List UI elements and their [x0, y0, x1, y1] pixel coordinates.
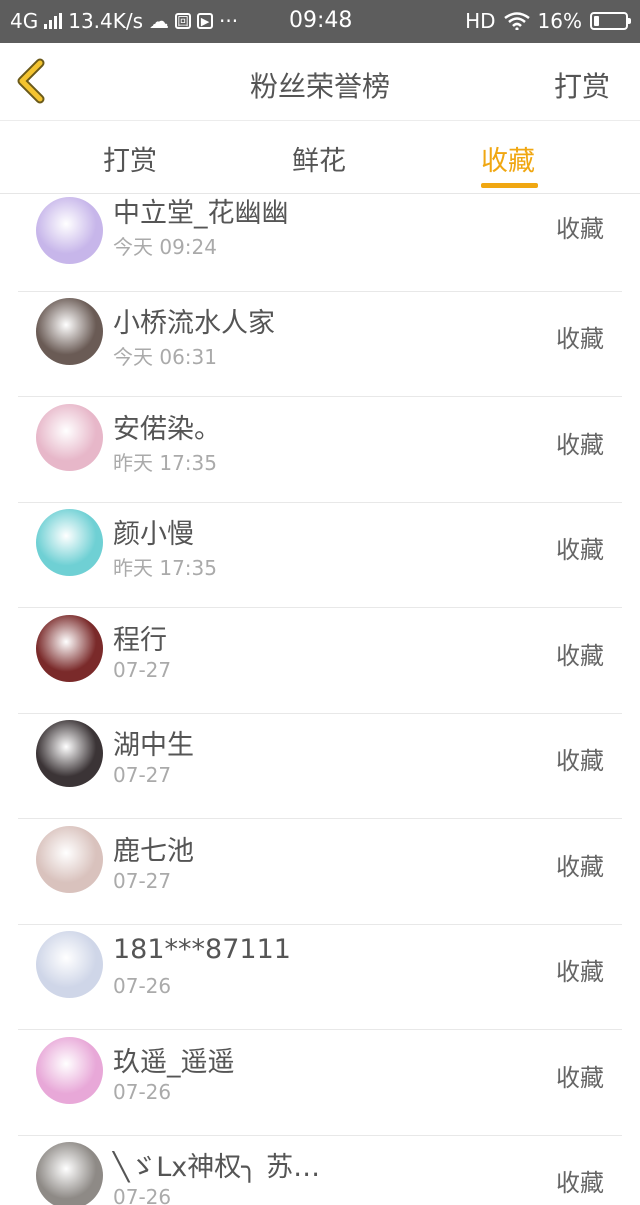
status-left: 4G 13.4K/s ☁ 回 ▶ ··· [10, 9, 238, 33]
list-item[interactable]: 鹿七池 07-27 收藏 [0, 820, 640, 925]
fan-name: ╲ゞLx神权╮ 苏… [113, 1152, 321, 1183]
status-bar: 4G 13.4K/s ☁ 回 ▶ ··· 09:48 HD 16% [0, 0, 640, 43]
fan-time: 07-27 [113, 763, 172, 787]
divider [18, 396, 622, 397]
active-tab-indicator [481, 183, 538, 188]
app-header: 粉丝荣誉榜 打赏 [0, 43, 640, 121]
list-item[interactable]: 中立堂_花幽幽 今天 09:24 收藏 [0, 194, 640, 292]
fan-name: 湖中生 [113, 730, 194, 761]
avatar[interactable] [36, 509, 103, 576]
list-item[interactable]: 颜小慢 昨天 17:35 收藏 [0, 503, 640, 608]
fan-time: 07-26 [113, 1080, 172, 1104]
fan-action: 收藏 [556, 642, 604, 670]
fan-time: 今天 06:31 [113, 345, 217, 369]
avatar[interactable] [36, 720, 103, 787]
fan-action: 收藏 [556, 1169, 604, 1197]
notification-icon: 回 [175, 13, 192, 29]
fan-action: 收藏 [556, 747, 604, 775]
fan-name: 颜小慢 [113, 519, 194, 550]
fan-time: 07-26 [113, 1185, 172, 1205]
tab-bar: 打赏 鲜花 收藏 [0, 121, 640, 194]
fan-name: 中立堂_花幽幽 [113, 198, 289, 229]
clock: 09:48 [289, 8, 353, 33]
fan-action: 收藏 [556, 325, 604, 353]
fan-time: 昨天 17:35 [113, 556, 217, 580]
fan-time: 07-26 [113, 974, 172, 998]
list-item[interactable]: 181***87111 07-26 收藏 [0, 925, 640, 1030]
tab-favorites[interactable]: 收藏 [481, 139, 535, 178]
fan-name: 程行 [113, 625, 167, 656]
hd-indicator: HD [465, 9, 496, 33]
list-item[interactable]: ╲ゞLx神权╮ 苏… 07-26 收藏 [0, 1136, 640, 1205]
avatar[interactable] [36, 404, 103, 471]
fan-action: 收藏 [556, 215, 604, 243]
divider [18, 818, 622, 819]
fan-time: 07-27 [113, 869, 172, 893]
battery-icon [590, 12, 631, 30]
fan-time: 昨天 17:35 [113, 451, 217, 475]
network-type: 4G [10, 9, 39, 33]
avatar[interactable] [36, 197, 103, 264]
avatar[interactable] [36, 826, 103, 893]
avatar[interactable] [36, 298, 103, 365]
fan-action: 收藏 [556, 536, 604, 564]
tab-reward[interactable]: 打赏 [103, 139, 157, 178]
wifi-icon [503, 12, 530, 30]
fan-action: 收藏 [556, 853, 604, 881]
avatar[interactable] [36, 615, 103, 682]
list-item[interactable]: 安偌染。 昨天 17:35 收藏 [0, 398, 640, 503]
divider [18, 1029, 622, 1030]
list-item[interactable]: 湖中生 07-27 收藏 [0, 714, 640, 819]
network-speed: 13.4K/s [68, 9, 144, 33]
play-icon: ▶ [197, 13, 214, 29]
list-item[interactable]: 小桥流水人家 今天 06:31 收藏 [0, 292, 640, 397]
avatar[interactable] [36, 1037, 103, 1104]
fan-action: 收藏 [556, 1064, 604, 1092]
page-title: 粉丝荣誉榜 [249, 70, 390, 103]
fan-name: 鹿七池 [113, 836, 194, 867]
cloud-icon: ☁ [149, 9, 170, 33]
fan-name: 181***87111 [113, 934, 291, 965]
reward-button[interactable]: 打赏 [554, 65, 610, 105]
fan-time: 今天 09:24 [113, 235, 217, 259]
fan-list: 中立堂_花幽幽 今天 09:24 收藏 小桥流水人家 今天 06:31 收藏 安… [0, 194, 640, 1205]
battery-percent: 16% [537, 9, 582, 33]
battery-level [594, 16, 599, 26]
fan-name: 小桥流水人家 [113, 308, 275, 339]
list-item[interactable]: 玖遥_遥遥 07-26 收藏 [0, 1031, 640, 1136]
fan-name: 玖遥_遥遥 [113, 1047, 235, 1078]
fan-time: 07-27 [113, 658, 172, 682]
tab-flowers[interactable]: 鲜花 [292, 139, 346, 178]
more-dots: ··· [219, 9, 239, 33]
avatar[interactable] [36, 1142, 103, 1205]
avatar[interactable] [36, 931, 103, 998]
fan-action: 收藏 [556, 431, 604, 459]
fan-action: 收藏 [556, 958, 604, 986]
divider [18, 607, 622, 608]
status-right: HD 16% [465, 9, 631, 33]
fan-name: 安偌染。 [113, 414, 221, 445]
list-item[interactable]: 程行 07-27 收藏 [0, 609, 640, 714]
signal-icon [44, 13, 63, 29]
